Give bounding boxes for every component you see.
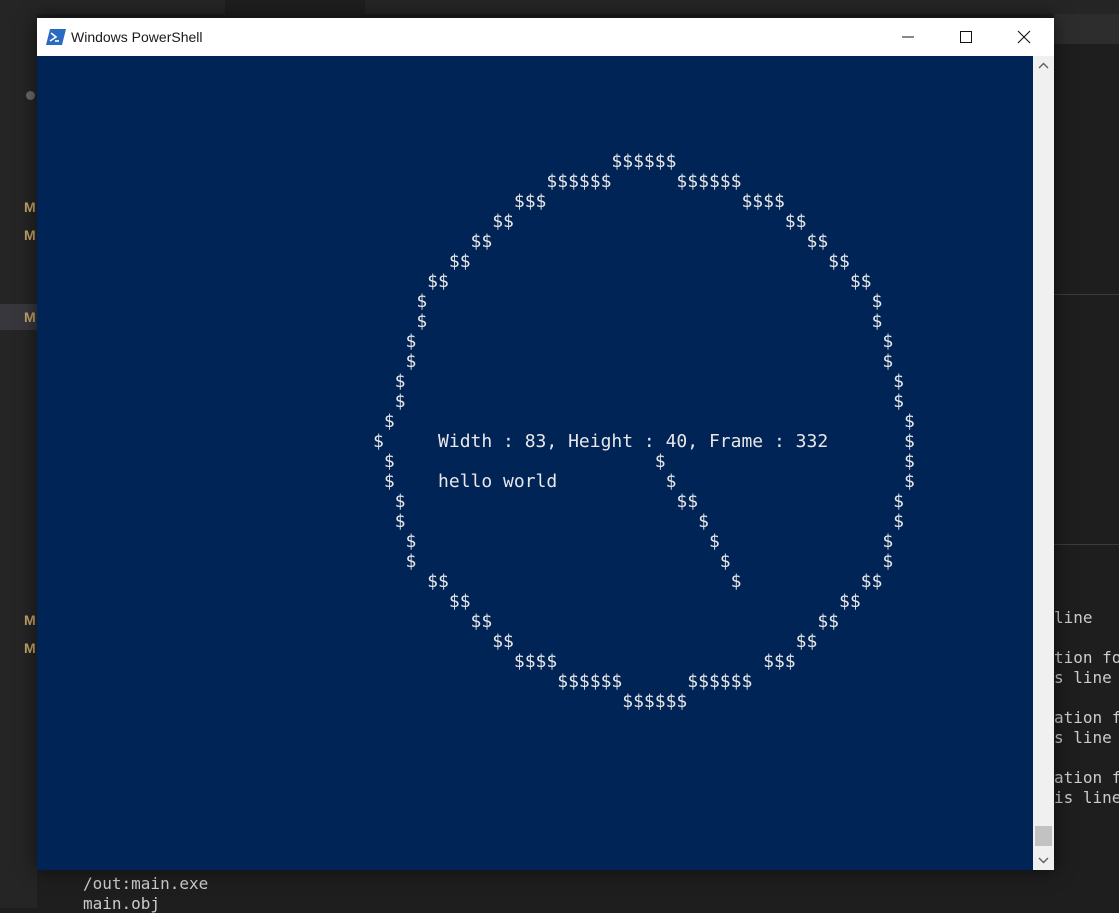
- code-line: s line: [1054, 728, 1112, 747]
- code-line: tion fo: [1054, 648, 1119, 667]
- powershell-window[interactable]: Windows PowerShell $$$$$$ $$$$$$ $$$$$$: [37, 18, 1054, 870]
- minimize-button[interactable]: [879, 18, 937, 56]
- terminal-line: /out:main.exe: [83, 874, 209, 893]
- console-output[interactable]: $$$$$$ $$$$$$ $$$$$$ $$$ $$$$ $$ $$ $$ $…: [37, 56, 1033, 870]
- close-button[interactable]: [995, 18, 1053, 56]
- chevron-up-icon: [1038, 62, 1049, 69]
- terminal-output: /out:main.exe main.obj: [37, 869, 1054, 913]
- maximize-button[interactable]: [937, 18, 995, 56]
- editor-right-pane: line tion fo s line ation f s line ation…: [1054, 14, 1119, 908]
- code-line: line: [1054, 608, 1093, 627]
- scroll-down-button[interactable]: [1033, 850, 1054, 870]
- code-line: ation f: [1054, 768, 1119, 787]
- modified-badge: M: [24, 309, 36, 325]
- ascii-clock-art: $$$$$$ $$$$$$ $$$$$$ $$$ $$$$ $$ $$ $$ $…: [373, 151, 915, 712]
- modified-badge: M: [24, 227, 36, 243]
- modified-badge: M: [24, 612, 36, 628]
- maximize-icon: [960, 31, 972, 43]
- modified-badge: M: [24, 199, 36, 215]
- close-icon: [1017, 30, 1031, 44]
- scroll-up-button[interactable]: [1033, 56, 1054, 76]
- modified-badge: M: [24, 640, 36, 656]
- chevron-down-icon: [1038, 857, 1049, 864]
- terminal-line: main.obj: [83, 894, 161, 913]
- explorer-panel: M M M M M: [0, 14, 37, 908]
- powershell-icon: [46, 29, 66, 45]
- code-line: is line: [1054, 788, 1119, 807]
- editor-tab-bar: [0, 0, 1119, 14]
- vertical-scrollbar[interactable]: [1033, 56, 1054, 870]
- code-line: ation f: [1054, 708, 1119, 727]
- editor-tab[interactable]: [225, 0, 365, 14]
- window-title: Windows PowerShell: [71, 29, 203, 45]
- unsaved-dot-icon: [26, 91, 35, 100]
- divider: [1054, 544, 1119, 545]
- divider: [1054, 294, 1119, 295]
- scroll-thumb[interactable]: [1035, 826, 1052, 846]
- minimize-icon: [902, 36, 914, 38]
- code-line: s line: [1054, 668, 1112, 687]
- right-tab-strip: [1054, 14, 1119, 44]
- title-bar[interactable]: Windows PowerShell: [37, 18, 1054, 56]
